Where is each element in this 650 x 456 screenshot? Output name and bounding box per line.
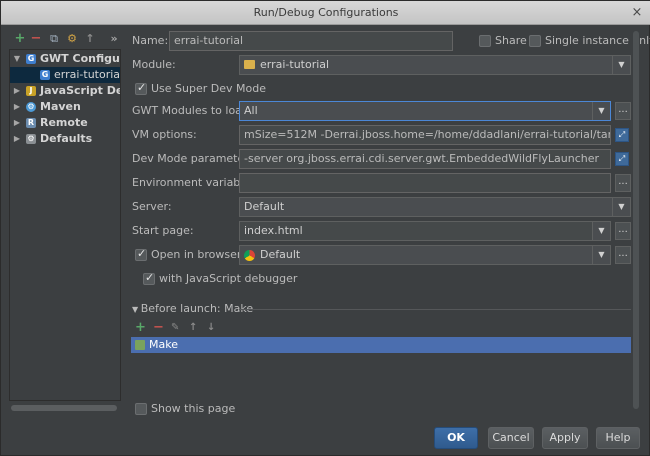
tree-horizontal-scrollbar[interactable] (11, 405, 117, 411)
window-title: Run/Debug Configurations (253, 6, 399, 19)
share-checkbox[interactable] (479, 35, 491, 47)
close-icon[interactable]: × (629, 5, 645, 21)
module-label: Module: (132, 58, 176, 71)
tree-item-maven[interactable]: ▶ ⚙ Maven (10, 99, 120, 115)
start-page-value: index.html (244, 224, 303, 237)
name-label: Name: (132, 34, 169, 47)
remove-task-button[interactable]: − (153, 321, 164, 335)
config-tree: ▼ G GWT Configuration G errai-tutorial ▶… (9, 49, 121, 401)
env-variables-input[interactable] (239, 173, 611, 193)
gwt-icon: G (26, 54, 36, 64)
chevron-down-icon[interactable]: ▼ (592, 102, 610, 120)
javascript-debug-icon: J (26, 86, 36, 96)
server-select[interactable]: Default ▼ (239, 197, 631, 217)
vm-options-input[interactable]: mSize=512M -Derrai.jboss.home=/home/ddad… (239, 125, 611, 145)
gwt-config-icon: G (40, 70, 50, 80)
show-page-label: Show this page (151, 402, 236, 415)
name-input[interactable]: errai-tutorial (169, 31, 453, 51)
super-dev-mode-checkbox[interactable] (135, 81, 147, 95)
javascript-debugger-label: with JavaScript debugger (159, 272, 298, 285)
open-browser-checkbox[interactable] (135, 247, 147, 261)
folder-icon (244, 60, 255, 69)
gwt-modules-value: All (244, 104, 258, 117)
chevron-down-icon[interactable]: ▼ (592, 246, 610, 264)
before-launch-toggle[interactable]: ▼ Before launch: Make (132, 301, 253, 318)
chevron-down-icon[interactable]: ▼ (592, 222, 610, 240)
show-page-checkbox[interactable] (135, 403, 147, 415)
chevron-right-icon[interactable]: ▶ (12, 99, 22, 115)
vm-options-label: VM options: (132, 128, 197, 141)
tree-item-label: GWT Configuration (40, 52, 120, 65)
gwt-modules-browse-button[interactable]: ... (615, 102, 631, 120)
browser-select[interactable]: Default ▼ (239, 245, 611, 265)
browser-value: Default (260, 248, 301, 261)
module-select[interactable]: errai-tutorial ▼ (239, 55, 631, 75)
tree-item-defaults[interactable]: ▶ ⚙ Defaults (10, 131, 120, 147)
ok-button[interactable]: OK (434, 427, 478, 449)
super-dev-mode-label: Use Super Dev Mode (151, 82, 266, 95)
chevron-right-icon[interactable]: ▶ (12, 83, 22, 99)
move-task-down-button[interactable]: ↓ (207, 321, 215, 335)
expand-icon[interactable]: ⤢ (615, 128, 629, 142)
browser-browse-button[interactable]: ... (615, 246, 631, 264)
list-item[interactable]: Make (131, 337, 631, 353)
add-config-button[interactable]: + (13, 31, 27, 47)
title-bar: Run/Debug Configurations × (1, 1, 650, 25)
start-page-label: Start page: (132, 224, 194, 237)
server-value: Default (244, 200, 285, 213)
javascript-debugger-checkbox[interactable] (143, 271, 155, 285)
cancel-button[interactable]: Cancel (488, 427, 534, 449)
tree-item-label: JavaScript Debug (40, 84, 120, 97)
edit-defaults-button[interactable]: ⚙ (65, 31, 79, 47)
tree-item-label: Remote (40, 116, 88, 129)
expand-icon[interactable]: ⤢ (615, 152, 629, 166)
remove-config-button[interactable]: − (29, 31, 43, 47)
chevron-right-icon[interactable]: ▶ (12, 115, 22, 131)
maven-icon: ⚙ (26, 102, 36, 112)
remote-icon: R (26, 118, 36, 128)
make-icon (135, 340, 145, 350)
run-debug-dialog: Run/Debug Configurations × + − ⧉ ⚙ ↑ » ▼… (0, 0, 650, 456)
chrome-icon (244, 250, 255, 261)
gwt-modules-label: GWT Modules to load: (132, 104, 253, 117)
more-button[interactable]: » (107, 31, 121, 47)
tree-item-errai-tutorial[interactable]: G errai-tutorial (10, 67, 121, 83)
chevron-right-icon[interactable]: ▶ (12, 131, 22, 147)
move-up-button[interactable]: ↑ (83, 31, 97, 47)
server-label: Server: (132, 200, 172, 213)
start-page-select[interactable]: index.html ▼ (239, 221, 611, 241)
dev-mode-input[interactable]: -server org.jboss.errai.cdi.server.gwt.E… (239, 149, 611, 169)
config-toolbar: + − ⧉ ⚙ ↑ » (9, 31, 121, 49)
tree-item-javascript-debug[interactable]: ▶ J JavaScript Debug (10, 83, 120, 99)
share-label: Share (495, 34, 527, 47)
before-launch-title: Before launch: Make (140, 302, 254, 315)
chevron-down-icon[interactable]: ▼ (12, 51, 22, 67)
start-page-browse-button[interactable]: ... (615, 222, 631, 240)
open-browser-label: Open in browser: (151, 248, 245, 261)
copy-config-button[interactable]: ⧉ (47, 31, 61, 47)
single-instance-checkbox[interactable] (529, 35, 541, 47)
chevron-down-icon[interactable]: ▼ (612, 198, 630, 216)
tree-item-gwt-configuration[interactable]: ▼ G GWT Configuration (10, 51, 120, 67)
move-task-up-button[interactable]: ↑ (189, 321, 197, 335)
tree-item-label: Defaults (40, 132, 93, 145)
list-item-label: Make (149, 338, 178, 351)
tree-item-remote[interactable]: ▶ R Remote (10, 115, 120, 131)
add-task-button[interactable]: + (135, 321, 146, 335)
before-launch-list: Make (131, 337, 631, 397)
module-value: errai-tutorial (260, 58, 330, 71)
tree-item-label: Maven (40, 100, 81, 113)
gwt-modules-select[interactable]: All ▼ (239, 101, 611, 121)
divider (239, 309, 631, 310)
defaults-icon: ⚙ (26, 134, 36, 144)
apply-button[interactable]: Apply (542, 427, 588, 449)
env-variables-browse-button[interactable]: ... (615, 174, 631, 192)
help-button[interactable]: Help (596, 427, 640, 449)
chevron-down-icon[interactable]: ▼ (612, 56, 630, 74)
form-scrollbar[interactable] (633, 31, 639, 409)
tree-item-label: errai-tutorial (54, 68, 121, 81)
chevron-down-icon[interactable]: ▼ (132, 305, 141, 314)
edit-task-button[interactable]: ✎ (171, 321, 179, 335)
